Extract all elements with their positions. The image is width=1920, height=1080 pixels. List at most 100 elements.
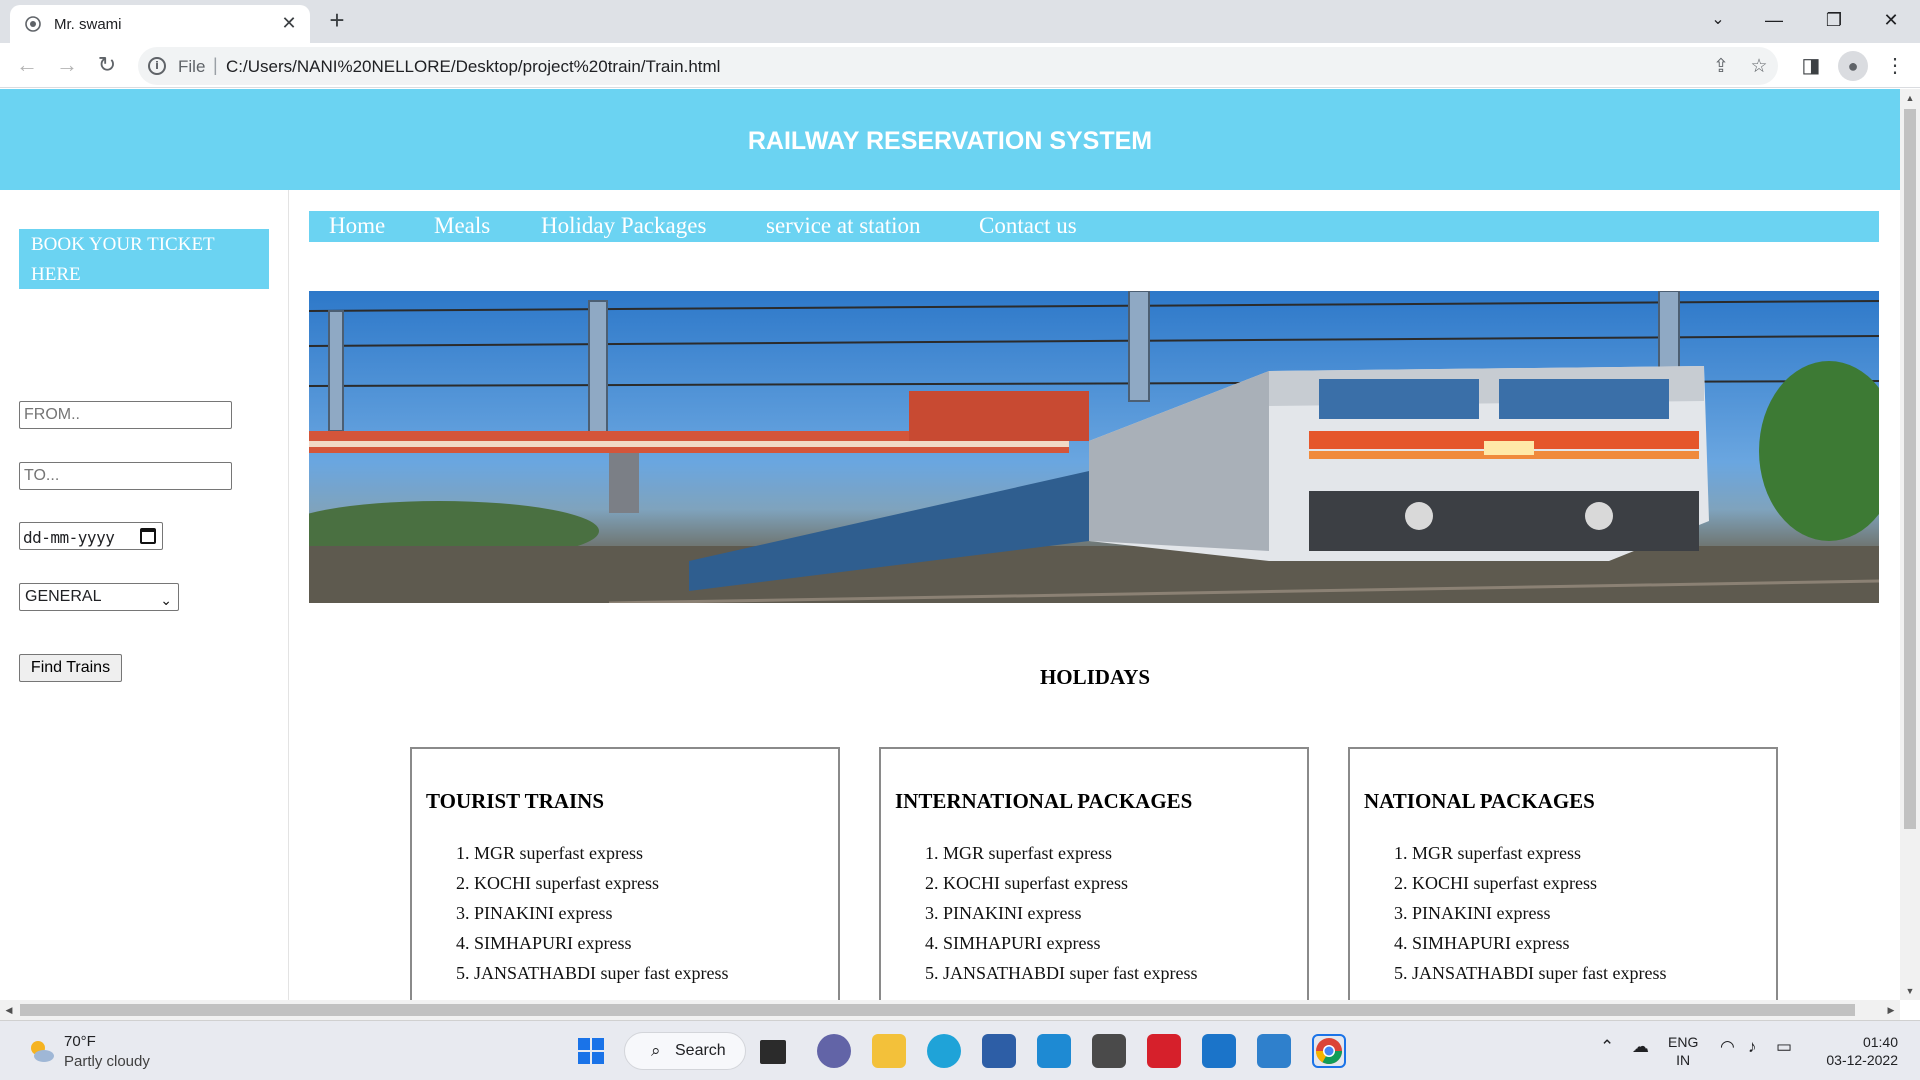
booking-sidebar: BOOK YOUR TICKET HERE dd-mm-yyyy GENERAL… [0, 190, 289, 1000]
language-indicator[interactable]: ENG IN [1668, 1033, 1698, 1069]
weather-temperature[interactable]: 70°F [64, 1033, 96, 1050]
list-item: 1. MGR superfast express [925, 843, 1112, 863]
horizontal-scrollbar[interactable]: ◀ ▶ [0, 1000, 1900, 1020]
globe-icon [25, 16, 41, 32]
mcafee-icon[interactable] [1147, 1034, 1181, 1068]
system-clock[interactable]: 01:40 03-12-2022 [1818, 1033, 1898, 1069]
nav-home[interactable]: Home [329, 212, 385, 240]
list-item: 4. SIMHAPURI express [925, 933, 1101, 953]
side-panel-icon[interactable]: ◨ [1796, 51, 1826, 81]
battery-icon[interactable]: ▭ [1776, 1037, 1792, 1057]
task-view-icon[interactable] [760, 1040, 786, 1064]
maximize-button[interactable]: ❐ [1806, 0, 1862, 40]
tab-search-icon[interactable]: ⌄ [1690, 0, 1746, 40]
list-item: 3. PINAKINI express [456, 903, 613, 923]
nav-service-at-station[interactable]: service at station [766, 212, 921, 240]
list-item: 5. JANSATHABDI super fast express [925, 963, 1198, 983]
tab-title: Mr. swami [54, 16, 122, 33]
file-scheme-label: File [178, 57, 206, 76]
list-item: 2. KOCHI superfast express [925, 873, 1128, 893]
nav-meals[interactable]: Meals [434, 212, 490, 240]
national-packages-card: NATIONAL PACKAGES 1. MGR superfast expre… [1348, 747, 1778, 1000]
profile-avatar-icon[interactable]: ● [1838, 51, 1868, 81]
chrome-logo-icon [1315, 1038, 1343, 1065]
site-info-icon[interactable]: i [148, 57, 166, 75]
list-item: 1. MGR superfast express [1394, 843, 1581, 863]
booking-heading: BOOK YOUR TICKET HERE [19, 229, 269, 289]
find-trains-button[interactable]: Find Trains [19, 654, 122, 682]
list-item: 5. JANSATHABDI super fast express [456, 963, 729, 983]
onedrive-cloud-icon[interactable]: ☁ [1632, 1037, 1649, 1057]
taskbar-search[interactable]: ⌕ Search [624, 1032, 746, 1070]
forward-arrow-icon[interactable]: → [52, 51, 82, 81]
scroll-left-arrow-icon[interactable]: ◀ [0, 1000, 18, 1020]
language-code: ENG [1668, 1034, 1699, 1050]
volume-icon[interactable]: ♪ [1748, 1037, 1757, 1057]
vertical-scroll-thumb[interactable] [1904, 109, 1916, 829]
journey-date-input[interactable]: dd-mm-yyyy [19, 522, 163, 550]
wifi-icon[interactable]: ◠ [1720, 1037, 1735, 1057]
scroll-right-arrow-icon[interactable]: ▶ [1882, 1000, 1900, 1020]
list-item: 5. JANSATHABDI super fast express [1394, 963, 1667, 983]
taskbar-search-label: Search [675, 1042, 726, 1059]
to-input[interactable] [19, 462, 232, 490]
train-banner-image [309, 291, 1879, 603]
vscode-icon[interactable] [1257, 1034, 1291, 1068]
file-explorer-icon[interactable] [872, 1034, 906, 1068]
card-title: TOURIST TRAINS [426, 789, 604, 813]
web-page: RAILWAY RESERVATION SYSTEM BOOK YOUR TIC… [0, 89, 1900, 1000]
windows-start-icon[interactable] [574, 1034, 608, 1068]
weather-description[interactable]: Partly cloudy [64, 1053, 150, 1070]
url-text[interactable]: C:/Users/NANI%20NELLORE/Desktop/project%… [226, 57, 720, 77]
vertical-scrollbar[interactable]: ▲ ▼ [1900, 89, 1920, 1000]
class-select-value: GENERAL [25, 588, 102, 605]
date-placeholder: dd-mm-yyyy [23, 528, 115, 547]
tourist-trains-card: TOURIST TRAINS 1. MGR superfast express … [410, 747, 840, 1000]
train-list: 1. MGR superfast express 2. KOCHI superf… [925, 838, 1197, 988]
chevron-up-icon[interactable]: ⌃ [1600, 1037, 1614, 1057]
browser-tab[interactable]: Mr. swami ✕ [10, 5, 310, 43]
window-close-button[interactable]: ✕ [1863, 0, 1919, 40]
horizontal-scroll-thumb[interactable] [20, 1004, 1855, 1016]
site-title: RAILWAY RESERVATION SYSTEM [747, 127, 1153, 155]
calendar-icon[interactable] [140, 528, 156, 544]
menu-kebab-icon[interactable]: ⋮ [1880, 51, 1910, 81]
list-item: 1. MGR superfast express [456, 843, 643, 863]
nav-holiday-packages[interactable]: Holiday Packages [541, 212, 706, 240]
reload-icon[interactable]: ↻ [92, 51, 122, 81]
from-input[interactable] [19, 401, 232, 429]
list-item: 2. KOCHI superfast express [456, 873, 659, 893]
train-list: 1. MGR superfast express 2. KOCHI superf… [456, 838, 728, 988]
microsoft-store-icon[interactable] [982, 1034, 1016, 1068]
list-item: 4. SIMHAPURI express [456, 933, 632, 953]
l-app-icon[interactable] [1037, 1034, 1071, 1068]
class-select[interactable]: GENERAL ⌄ [19, 583, 179, 611]
edge-browser-icon[interactable] [927, 1034, 961, 1068]
list-item: 3. PINAKINI express [925, 903, 1082, 923]
main-content: Home Meals Holiday Packages service at s… [290, 190, 1900, 1000]
back-arrow-icon[interactable]: ← [12, 51, 42, 81]
region-code: IN [1676, 1052, 1691, 1068]
blue-app-icon[interactable] [1202, 1034, 1236, 1068]
chrome-icon[interactable] [1312, 1034, 1346, 1068]
scroll-down-arrow-icon[interactable]: ▼ [1900, 982, 1920, 1000]
address-separator: | [213, 55, 218, 75]
teams-chat-icon[interactable] [817, 1034, 851, 1068]
bookmark-star-icon[interactable]: ☆ [1746, 54, 1772, 80]
g-app-icon[interactable] [1092, 1034, 1126, 1068]
share-icon[interactable]: ⇪ [1708, 54, 1734, 80]
minimize-button[interactable]: — [1746, 0, 1802, 40]
holidays-heading: HOLIDAYS [1039, 665, 1151, 689]
list-item: 3. PINAKINI express [1394, 903, 1551, 923]
tab-strip: Mr. swami ✕ + ⌄ — ❐ ✕ [0, 0, 1920, 43]
new-tab-button[interactable]: + [322, 6, 352, 36]
chevron-down-icon: ⌄ [160, 592, 172, 608]
card-title: INTERNATIONAL PACKAGES [895, 789, 1193, 813]
close-tab-icon[interactable]: ✕ [278, 12, 300, 34]
address-bar[interactable]: i File | C:/Users/NANI%20NELLORE/Desktop… [138, 47, 1778, 85]
scroll-up-arrow-icon[interactable]: ▲ [1900, 89, 1920, 107]
partly-cloudy-icon[interactable] [26, 1036, 56, 1066]
top-nav: Home Meals Holiday Packages service at s… [309, 211, 1879, 242]
site-header: RAILWAY RESERVATION SYSTEM [0, 89, 1900, 190]
nav-contact-us[interactable]: Contact us [979, 212, 1077, 240]
